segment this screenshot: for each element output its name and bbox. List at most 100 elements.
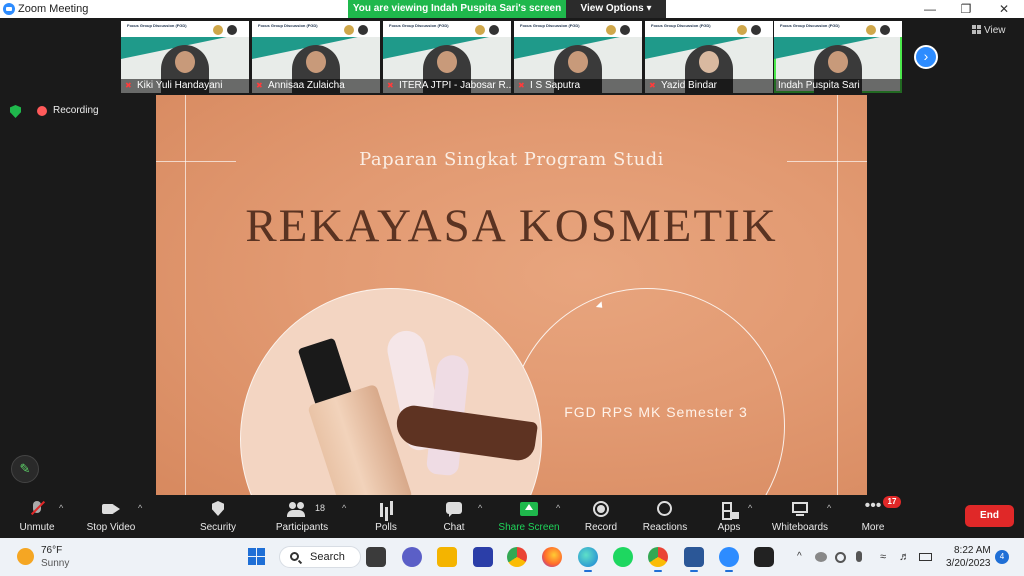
- slide-mini-text: Focus Group Discussion (FGD): [780, 23, 840, 28]
- clock-time[interactable]: 8:22 AM: [954, 545, 991, 556]
- share-screen-button[interactable]: Share Screen: [497, 495, 561, 538]
- screen-share-banner: You are viewing Indah Puspita Sari's scr…: [348, 0, 666, 18]
- logo-icon: [358, 25, 368, 35]
- zoom-app-icon: [3, 3, 15, 15]
- participants-button[interactable]: 18 Participants: [272, 495, 332, 538]
- sync-icon[interactable]: [835, 552, 846, 563]
- file-explorer-icon[interactable]: [437, 547, 457, 567]
- chrome-profile-icon[interactable]: [648, 547, 668, 572]
- zoom-taskbar-icon[interactable]: [719, 547, 739, 572]
- security-label: Security: [199, 522, 237, 533]
- slide-mini-text: Focus Group Discussion (FGD): [651, 23, 711, 28]
- polls-button[interactable]: Polls: [368, 495, 404, 538]
- view-button[interactable]: View: [972, 25, 1006, 36]
- cloud-icon[interactable]: [815, 552, 827, 562]
- word-icon[interactable]: [684, 547, 704, 572]
- encryption-shield-icon[interactable]: [10, 105, 21, 118]
- video-camera-icon: [102, 501, 120, 517]
- participants-count: 18: [315, 503, 326, 513]
- chevron-up-icon[interactable]: ^: [342, 503, 346, 513]
- teams-chat-icon[interactable]: [402, 547, 422, 567]
- chevron-up-icon[interactable]: ^: [138, 503, 142, 513]
- participant-thumbnail[interactable]: Focus Group Discussion (FGD) ✖ Annisaa Z…: [252, 21, 380, 93]
- app-icon[interactable]: [754, 547, 774, 567]
- share-banner-message: You are viewing Indah Puspita Sari's scr…: [348, 0, 566, 18]
- microphone-muted-icon: [28, 501, 46, 517]
- chevron-up-icon[interactable]: ^: [59, 503, 63, 513]
- slide-caption: FGD RPS MK Semester 3: [564, 404, 748, 420]
- apps-button[interactable]: Apps: [712, 495, 746, 538]
- wifi-icon[interactable]: ≈: [880, 551, 886, 563]
- notification-badge[interactable]: 4: [995, 550, 1009, 564]
- chevron-up-icon[interactable]: ^: [748, 503, 752, 513]
- spotify-icon[interactable]: [613, 547, 633, 567]
- logo-icon: [866, 25, 876, 35]
- volume-icon[interactable]: ♬: [899, 551, 910, 563]
- participant-thumbnail[interactable]: Focus Group Discussion (FGD) ✖ ITERA JTP…: [383, 21, 511, 93]
- windows-start-icon[interactable]: [248, 548, 265, 565]
- chat-button[interactable]: Chat: [436, 495, 472, 538]
- chat-label: Chat: [443, 522, 465, 533]
- clock-date[interactable]: 3/20/2023: [946, 558, 991, 569]
- restore-button[interactable]: ❐: [948, 0, 984, 18]
- mic-muted-icon: ✖: [125, 81, 132, 90]
- bar-chart-icon: [377, 501, 395, 517]
- edge-icon[interactable]: [578, 547, 598, 572]
- chevron-up-icon[interactable]: ^: [478, 503, 482, 513]
- participant-name: ITERA JTPI - Jabosar R...: [399, 80, 511, 91]
- record-button[interactable]: Record: [582, 495, 620, 538]
- participant-thumbnail[interactable]: Focus Group Discussion (FGD) ✖ I S Saput…: [514, 21, 642, 93]
- apps-label: Apps: [717, 522, 741, 533]
- logo-icon: [344, 25, 354, 35]
- logo-icon: [606, 25, 616, 35]
- chevron-up-icon[interactable]: ^: [797, 551, 802, 562]
- participant-name: Kiki Yuli Handayani: [137, 80, 223, 91]
- minimize-button[interactable]: —: [912, 0, 948, 18]
- view-label: View: [984, 25, 1006, 36]
- task-view-icon[interactable]: [366, 547, 386, 567]
- grid-icon: [972, 25, 981, 34]
- participants-icon: [287, 501, 305, 517]
- chrome-icon[interactable]: [507, 547, 527, 567]
- logo-icon: [213, 25, 223, 35]
- security-button[interactable]: Security: [195, 495, 241, 538]
- zoom-window: Zoom Meeting — ❐ ✕ You are viewing Indah…: [0, 0, 1024, 576]
- participant-thumbnail[interactable]: Focus Group Discussion (FGD) ✖ Kiki Yuli…: [121, 21, 249, 93]
- unmute-label: Unmute: [19, 522, 55, 533]
- whiteboards-button[interactable]: Whiteboards: [768, 495, 832, 538]
- microphone-icon[interactable]: [856, 551, 862, 562]
- view-options-button[interactable]: View Options: [566, 0, 666, 18]
- end-meeting-button[interactable]: End: [965, 505, 1014, 527]
- close-button[interactable]: ✕: [986, 0, 1022, 18]
- logo-icon: [227, 25, 237, 35]
- editor-app-icon[interactable]: [473, 547, 493, 567]
- recording-icon: [37, 106, 47, 116]
- logo-icon: [737, 25, 747, 35]
- firefox-icon[interactable]: [542, 547, 562, 567]
- meeting-toolbar: Unmute ^ Stop Video ^ Security 18 Partic…: [0, 495, 1024, 538]
- annotate-pencil-icon[interactable]: ✎: [11, 455, 39, 483]
- reactions-button[interactable]: Reactions: [640, 495, 690, 538]
- stop-video-button[interactable]: Stop Video: [82, 495, 140, 538]
- taskbar-search-button[interactable]: Search: [279, 546, 361, 568]
- slide-headline: REKAYASA KOSMETIK: [245, 200, 778, 252]
- logo-icon: [751, 25, 761, 35]
- chevron-up-icon[interactable]: ^: [827, 503, 831, 513]
- slide-mini-text: Focus Group Discussion (FGD): [389, 23, 449, 28]
- participant-thumbnail-active[interactable]: Focus Group Discussion (FGD) Indah Puspi…: [774, 21, 902, 93]
- participant-thumbnail[interactable]: Focus Group Discussion (FGD) ✖ Yazid Bin…: [645, 21, 773, 93]
- logo-icon: [475, 25, 485, 35]
- chevron-up-icon[interactable]: ^: [556, 503, 560, 513]
- chevron-right-icon[interactable]: ›: [914, 45, 938, 69]
- participant-name: Annisaa Zulaicha: [268, 80, 345, 91]
- share-screen-label: Share Screen: [498, 522, 560, 533]
- reactions-label: Reactions: [642, 522, 688, 533]
- weather-temperature: 76°F: [41, 545, 63, 556]
- recording-label: Recording: [53, 105, 99, 116]
- sun-weather-icon[interactable]: [17, 548, 34, 565]
- battery-icon[interactable]: [919, 553, 932, 561]
- more-label: More: [861, 522, 885, 533]
- slide-mini-text: Focus Group Discussion (FGD): [520, 23, 580, 28]
- unmute-button[interactable]: Unmute: [12, 495, 62, 538]
- window-title: Zoom Meeting: [18, 3, 89, 15]
